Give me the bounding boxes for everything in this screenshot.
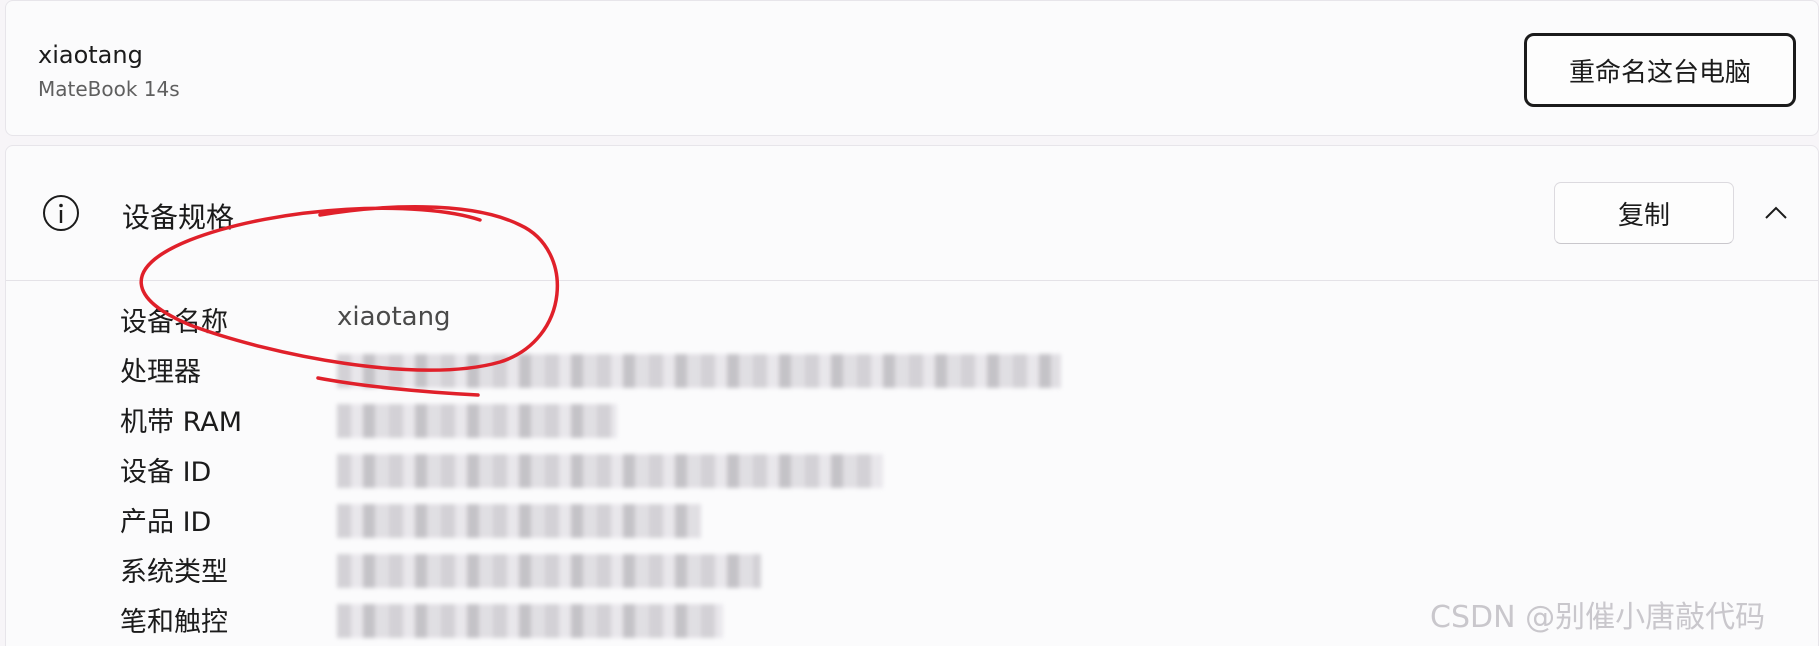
device-name-card: xiaotang MateBook 14s 重命名这台电脑 xyxy=(5,0,1819,136)
redacted-value xyxy=(337,404,617,438)
spec-label: 处理器 xyxy=(120,357,201,388)
info-icon xyxy=(43,195,79,231)
spec-label: 设备名称 xyxy=(120,307,228,338)
redacted-value xyxy=(337,354,1061,388)
spec-label: 系统类型 xyxy=(120,557,228,588)
copy-button[interactable]: 复制 xyxy=(1554,182,1734,244)
settings-about-page: xiaotang MateBook 14s 重命名这台电脑 设备规格 复制 设备… xyxy=(0,0,1819,646)
spec-value[interactable]: xiaotang xyxy=(337,302,451,332)
watermark: CSDN @别催小唐敲代码 xyxy=(1430,600,1766,635)
device-name: xiaotang xyxy=(38,41,143,69)
spec-row-device-name: 设备名称 xiaotang xyxy=(6,296,1818,346)
spec-row-product-id: 产品 ID xyxy=(6,496,1818,546)
device-specs-header[interactable]: 设备规格 复制 xyxy=(6,146,1818,281)
redacted-value xyxy=(337,554,761,588)
spec-row-ram: 机带 RAM xyxy=(6,396,1818,446)
spec-row-system-type: 系统类型 xyxy=(6,546,1818,596)
chevron-up-icon[interactable] xyxy=(1762,202,1790,222)
device-model: MateBook 14s xyxy=(38,77,180,101)
device-specs-title: 设备规格 xyxy=(122,201,235,234)
redacted-value xyxy=(337,454,883,488)
device-specs-card: 设备规格 复制 设备名称 xiaotang 处理器 机带 RAM 设备 ID 产… xyxy=(5,145,1819,646)
spec-row-device-id: 设备 ID xyxy=(6,446,1818,496)
spec-label: 设备 ID xyxy=(120,457,212,488)
redacted-value xyxy=(337,604,723,638)
spec-row-processor: 处理器 xyxy=(6,346,1818,396)
rename-pc-button[interactable]: 重命名这台电脑 xyxy=(1524,33,1796,107)
spec-label: 机带 RAM xyxy=(120,407,243,438)
spec-label: 产品 ID xyxy=(120,507,212,538)
redacted-value xyxy=(337,504,701,538)
spec-label: 笔和触控 xyxy=(120,607,228,638)
